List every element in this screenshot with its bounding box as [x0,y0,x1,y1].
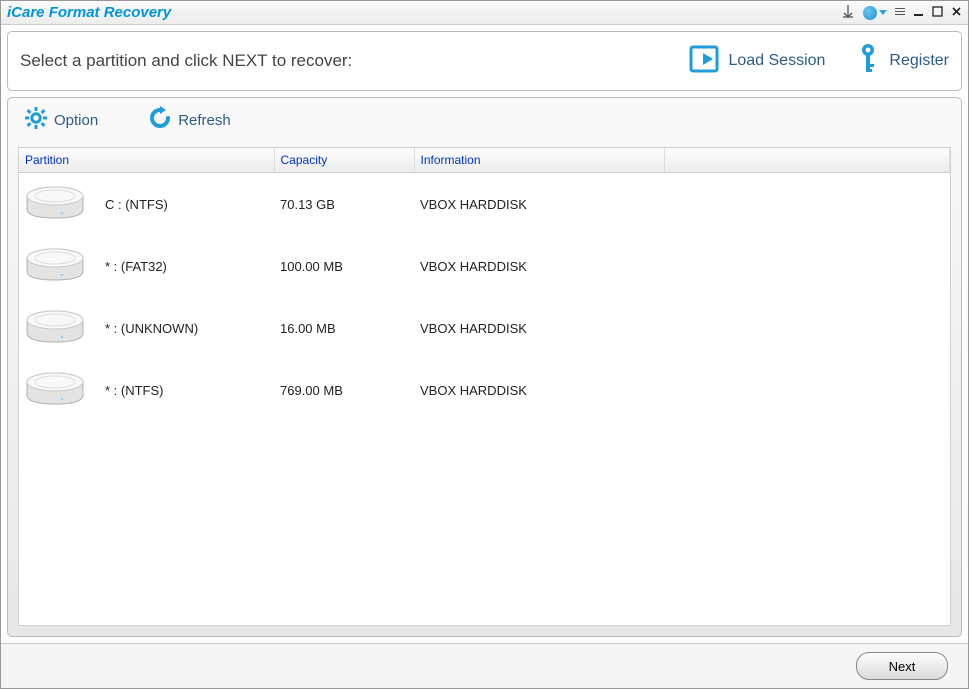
row-capacity: 769.00 MB [274,359,414,421]
register-button[interactable]: Register [855,42,949,81]
partition-list: Partition Capacity Information C : (NTFS… [18,147,951,626]
disk-icon [25,309,85,345]
titlebar: iCare Format Recovery [1,1,968,25]
table-row[interactable]: * : (FAT32) 100.00 MB VBOX HARDDISK [19,235,950,297]
row-information: VBOX HARDDISK [414,235,664,297]
option-label: Option [54,112,98,129]
gear-icon [24,106,48,134]
minimize-button[interactable] [913,6,924,20]
disk-icon [25,247,85,283]
table-row[interactable]: C : (NTFS) 70.13 GB VBOX HARDDISK [19,173,950,236]
row-information: VBOX HARDDISK [414,359,664,421]
row-icon-cell [19,235,99,297]
refresh-icon [148,106,172,134]
refresh-button[interactable]: Refresh [148,106,231,134]
table-row[interactable]: * : (UNKNOWN) 16.00 MB VBOX HARDDISK [19,297,950,359]
load-session-button[interactable]: Load Session [688,43,825,80]
partition-table: Partition Capacity Information C : (NTFS… [19,148,950,421]
row-icon-cell [19,297,99,359]
row-icon-cell [19,173,99,236]
option-button[interactable]: Option [24,106,98,134]
language-icon[interactable] [863,5,887,20]
maximize-button[interactable] [932,6,943,20]
column-header-row: Partition Capacity Information [19,148,950,173]
register-label: Register [889,52,949,70]
row-information: VBOX HARDDISK [414,173,664,236]
disk-icon [25,185,85,221]
window: iCare Format Recovery [0,0,969,689]
row-capacity: 100.00 MB [274,235,414,297]
col-information[interactable]: Information [414,148,664,173]
next-button[interactable]: Next [856,652,948,680]
footer: Next [1,643,968,688]
refresh-label: Refresh [178,112,231,129]
key-icon [855,42,881,81]
table-row[interactable]: * : (NTFS) 769.00 MB VBOX HARDDISK [19,359,950,421]
content-panel: Option Refresh Partition [7,97,962,637]
load-session-icon [688,43,720,80]
app-title: iCare Format Recovery [7,4,171,21]
row-icon-cell [19,359,99,421]
row-partition: * : (FAT32) [99,235,274,297]
col-capacity[interactable]: Capacity [274,148,414,173]
col-partition[interactable]: Partition [19,148,274,173]
row-capacity: 70.13 GB [274,173,414,236]
col-spare [664,148,950,173]
window-buttons [841,4,962,21]
row-partition: C : (NTFS) [99,173,274,236]
download-icon[interactable] [841,4,855,21]
load-session-label: Load Session [728,52,825,70]
row-information: VBOX HARDDISK [414,297,664,359]
row-partition: * : (NTFS) [99,359,274,421]
menu-icon[interactable] [895,6,905,20]
row-capacity: 16.00 MB [274,297,414,359]
close-button[interactable] [951,6,962,20]
row-partition: * : (UNKNOWN) [99,297,274,359]
next-label: Next [889,659,916,674]
disk-icon [25,371,85,407]
instruction-text: Select a partition and click NEXT to rec… [20,51,352,71]
toolbar: Option Refresh [8,98,961,142]
header: Select a partition and click NEXT to rec… [7,31,962,91]
